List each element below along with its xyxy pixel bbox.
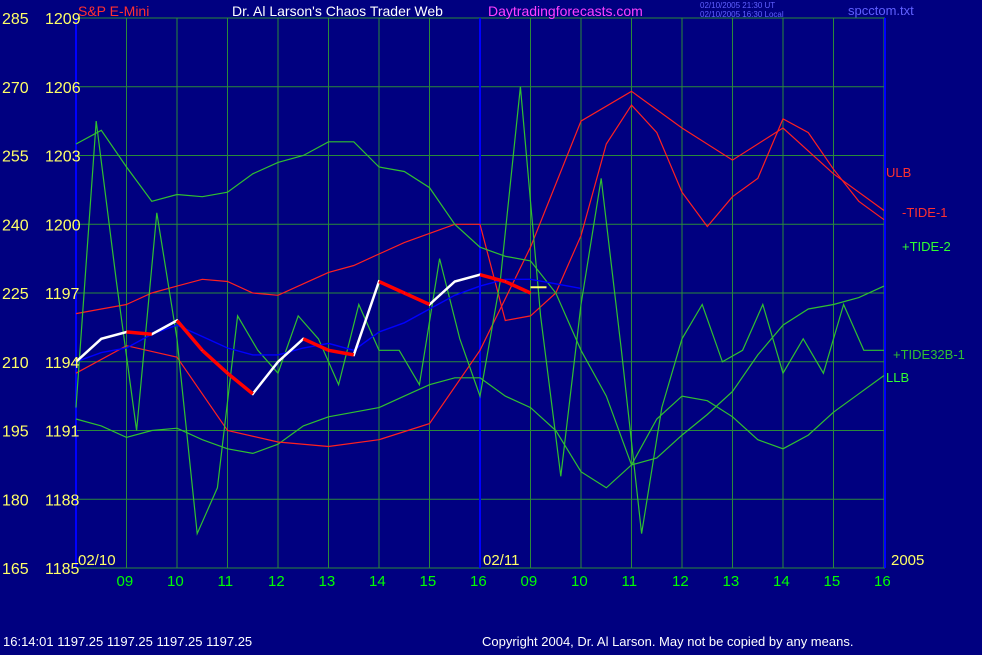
y-tick-outer-1: 270 [2,80,29,97]
label-llb: LLB [886,370,909,385]
y-tick-inner-8: 1185 [45,561,80,578]
x-tick-9: 10 [571,573,588,590]
x-tick-5: 14 [369,573,386,590]
x-tick-13: 14 [773,573,790,590]
y-tick-inner-4: 1197 [45,286,80,303]
date-label-2: 02/11 [483,552,519,569]
label-ulb: ULB [886,165,911,180]
y-tick-outer-8: 165 [2,561,29,578]
quote-readout: 16:14:01 1197.25 1197.25 1197.25 1197.25 [3,634,252,649]
label-tide1: -TIDE-1 [902,205,948,220]
y-tick-outer-5: 210 [2,355,29,372]
year-label: 2005 [891,552,924,569]
instrument-label: S&P E-Mini [78,3,149,19]
label-tide2: +TIDE-2 [902,239,951,254]
x-tick-12: 13 [723,573,740,590]
y-tick-inner-0: 1209 [45,11,81,28]
x-tick-10: 11 [622,573,638,590]
x-tick-2: 11 [218,573,234,590]
y-tick-outer-6: 195 [2,424,29,441]
x-tick-4: 13 [319,573,336,590]
y-tick-outer-0: 285 [2,11,29,28]
website-link[interactable]: Daytradingforecasts.com [488,3,643,19]
y-tick-outer-4: 225 [2,286,29,303]
y-tick-inner-6: 1191 [45,424,80,441]
chaos-trader-chart: 285 1209 270 1206 255 1203 240 1200 225 1197 210 11… [0,0,982,650]
file-label: spcctom.txt [848,3,914,18]
y-tick-inner-3: 1200 [45,217,81,234]
chart-canvas: 285 1209270 1206255 1203240 1200225 1197210 11… [0,0,982,650]
y-tick-outer-3: 240 [2,217,29,234]
x-tick-14: 15 [824,573,841,590]
x-tick-8: 09 [521,573,538,590]
price-down-segment-3 [126,330,152,336]
chart-title: Dr. Al Larson's Chaos Trader Web [232,3,443,19]
x-tick-0: 09 [117,573,134,590]
y-tick-inner-2: 1203 [45,149,81,166]
y-tick-outer-2: 255 [2,149,29,166]
timestamp-ut: 02/10/2005 21:30 UT [700,1,775,10]
x-tick-15: 16 [874,573,891,590]
date-label-1: 02/10 [78,552,116,569]
x-tick-1: 10 [167,573,184,590]
copyright: Copyright 2004, Dr. Al Larson. May not b… [482,634,853,649]
y-tick-outer-7: 180 [2,492,29,509]
y-tick-inner-5: 1194 [45,355,80,372]
x-tick-11: 12 [672,573,689,590]
x-tick-3: 12 [268,573,285,590]
timestamp-local: 02/10/2005 16:30 Local [700,10,784,19]
x-tick-7: 16 [470,573,487,590]
y-tick-inner-1: 1206 [45,80,81,97]
y-tick-inner-7: 1188 [45,492,80,509]
x-tick-6: 15 [420,573,437,590]
label-tide32b: +TIDE32B-1 [893,347,965,362]
